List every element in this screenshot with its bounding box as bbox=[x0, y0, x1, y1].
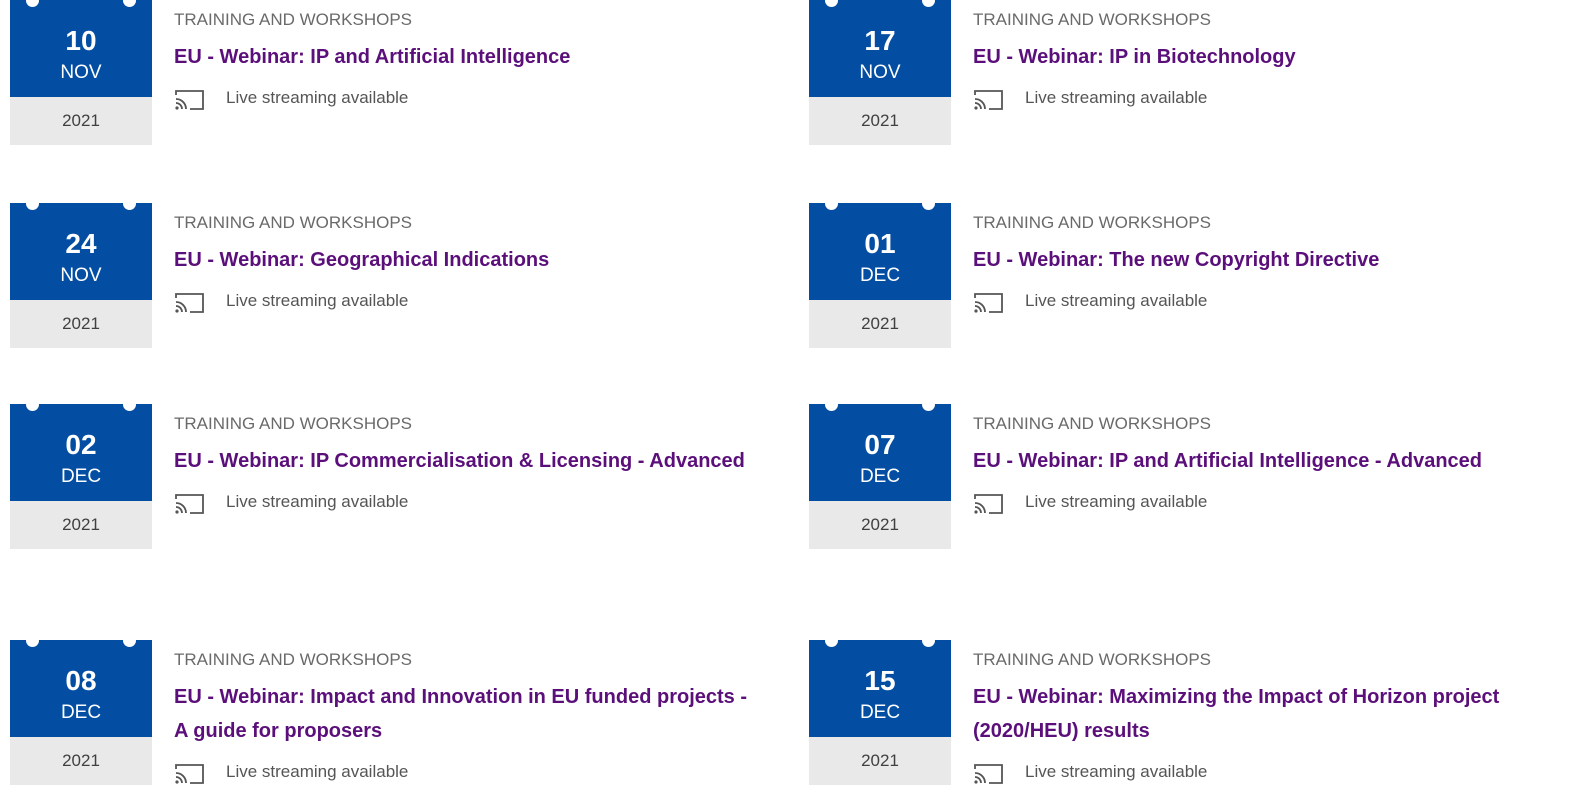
date-day: 24 bbox=[65, 228, 97, 259]
date-year: 2021 bbox=[10, 737, 152, 785]
date-day: 07 bbox=[864, 429, 896, 460]
stream-label: Live streaming available bbox=[226, 492, 409, 511]
binder-ring bbox=[922, 634, 935, 647]
date-day: 08 bbox=[65, 665, 97, 696]
date-day: 15 bbox=[864, 665, 896, 696]
live-streaming-info: Live streaming available bbox=[973, 290, 1553, 314]
date-day: 17 bbox=[864, 25, 896, 56]
event-title-link[interactable]: EU - Webinar: Maximizing the Impact of H… bbox=[973, 680, 1553, 748]
live-streaming-info: Live streaming available bbox=[973, 761, 1553, 785]
cast-icon bbox=[175, 494, 204, 514]
event-category: TRAINING AND WORKSHOPS bbox=[174, 414, 413, 433]
event-title-link[interactable]: EU - Webinar: IP and Artificial Intellig… bbox=[973, 444, 1553, 478]
date-badge: 08 DEC 2021 bbox=[10, 634, 152, 785]
date-year: 2021 bbox=[809, 501, 951, 549]
cast-icon bbox=[974, 293, 1003, 313]
live-streaming-info: Live streaming available bbox=[174, 491, 754, 515]
live-streaming-info: Live streaming available bbox=[973, 87, 1553, 111]
event-title-link[interactable]: EU - Webinar: IP in Biotechnology bbox=[973, 40, 1553, 74]
event-category: TRAINING AND WORKSHOPS bbox=[973, 10, 1212, 29]
date-year: 2021 bbox=[10, 501, 152, 549]
event-category: TRAINING AND WORKSHOPS bbox=[174, 213, 413, 232]
binder-ring bbox=[922, 197, 935, 210]
event-title-link[interactable]: EU - Webinar: Impact and Innovation in E… bbox=[174, 680, 754, 748]
event-category: TRAINING AND WORKSHOPS bbox=[973, 650, 1212, 669]
event-title-link[interactable]: EU - Webinar: Geographical Indications bbox=[174, 243, 754, 277]
event-title-link[interactable]: EU - Webinar: IP Commercialisation & Lic… bbox=[174, 444, 754, 478]
event-category: TRAINING AND WORKSHOPS bbox=[973, 414, 1212, 433]
date-badge: 07 DEC 2021 bbox=[809, 398, 951, 549]
binder-ring bbox=[922, 398, 935, 411]
cast-icon bbox=[974, 494, 1003, 514]
date-month: DEC bbox=[859, 466, 901, 487]
date-month: DEC bbox=[859, 702, 901, 723]
binder-ring bbox=[123, 0, 136, 7]
binder-ring bbox=[825, 0, 838, 7]
date-badge: 01 DEC 2021 bbox=[809, 197, 951, 348]
stream-label: Live streaming available bbox=[226, 291, 409, 310]
stream-label: Live streaming available bbox=[1025, 291, 1208, 310]
binder-ring bbox=[26, 197, 39, 210]
binder-ring bbox=[825, 197, 838, 210]
stream-label: Live streaming available bbox=[226, 762, 409, 781]
date-day: 10 bbox=[65, 25, 97, 56]
binder-ring bbox=[825, 398, 838, 411]
date-year: 2021 bbox=[10, 97, 152, 145]
event-title-link[interactable]: EU - Webinar: The new Copyright Directiv… bbox=[973, 243, 1553, 277]
live-streaming-info: Live streaming available bbox=[174, 87, 754, 111]
date-day: 01 bbox=[864, 228, 896, 259]
date-month: NOV bbox=[859, 62, 901, 83]
cast-icon bbox=[175, 90, 204, 110]
date-month: NOV bbox=[60, 62, 102, 83]
date-year: 2021 bbox=[809, 737, 951, 785]
date-month: DEC bbox=[859, 265, 901, 286]
binder-ring bbox=[922, 0, 935, 7]
binder-ring bbox=[26, 0, 39, 7]
date-badge: 24 NOV 2021 bbox=[10, 197, 152, 348]
date-month: NOV bbox=[60, 265, 102, 286]
event-category: TRAINING AND WORKSHOPS bbox=[174, 650, 413, 669]
date-badge: 15 DEC 2021 bbox=[809, 634, 951, 785]
date-year: 2021 bbox=[10, 300, 152, 348]
cast-icon bbox=[175, 764, 204, 784]
date-month: DEC bbox=[60, 702, 102, 723]
live-streaming-info: Live streaming available bbox=[174, 290, 754, 314]
date-day: 02 bbox=[65, 429, 97, 460]
stream-label: Live streaming available bbox=[226, 88, 409, 107]
binder-ring bbox=[825, 634, 838, 647]
stream-label: Live streaming available bbox=[1025, 492, 1208, 511]
event-title-link[interactable]: EU - Webinar: IP and Artificial Intellig… bbox=[174, 40, 754, 74]
live-streaming-info: Live streaming available bbox=[973, 491, 1553, 515]
binder-ring bbox=[123, 197, 136, 210]
stream-label: Live streaming available bbox=[1025, 762, 1208, 781]
date-year: 2021 bbox=[809, 97, 951, 145]
binder-ring bbox=[123, 634, 136, 647]
date-badge: 02 DEC 2021 bbox=[10, 398, 152, 549]
cast-icon bbox=[974, 764, 1003, 784]
date-year: 2021 bbox=[809, 300, 951, 348]
date-month: DEC bbox=[60, 466, 102, 487]
cast-icon bbox=[974, 90, 1003, 110]
binder-ring bbox=[26, 398, 39, 411]
event-category: TRAINING AND WORKSHOPS bbox=[174, 10, 413, 29]
date-badge: 17 NOV 2021 bbox=[809, 0, 951, 145]
stream-label: Live streaming available bbox=[1025, 88, 1208, 107]
binder-ring bbox=[123, 398, 136, 411]
live-streaming-info: Live streaming available bbox=[174, 761, 754, 785]
event-category: TRAINING AND WORKSHOPS bbox=[973, 213, 1212, 232]
binder-ring bbox=[26, 634, 39, 647]
date-badge: 10 NOV 2021 bbox=[10, 0, 152, 145]
cast-icon bbox=[175, 293, 204, 313]
